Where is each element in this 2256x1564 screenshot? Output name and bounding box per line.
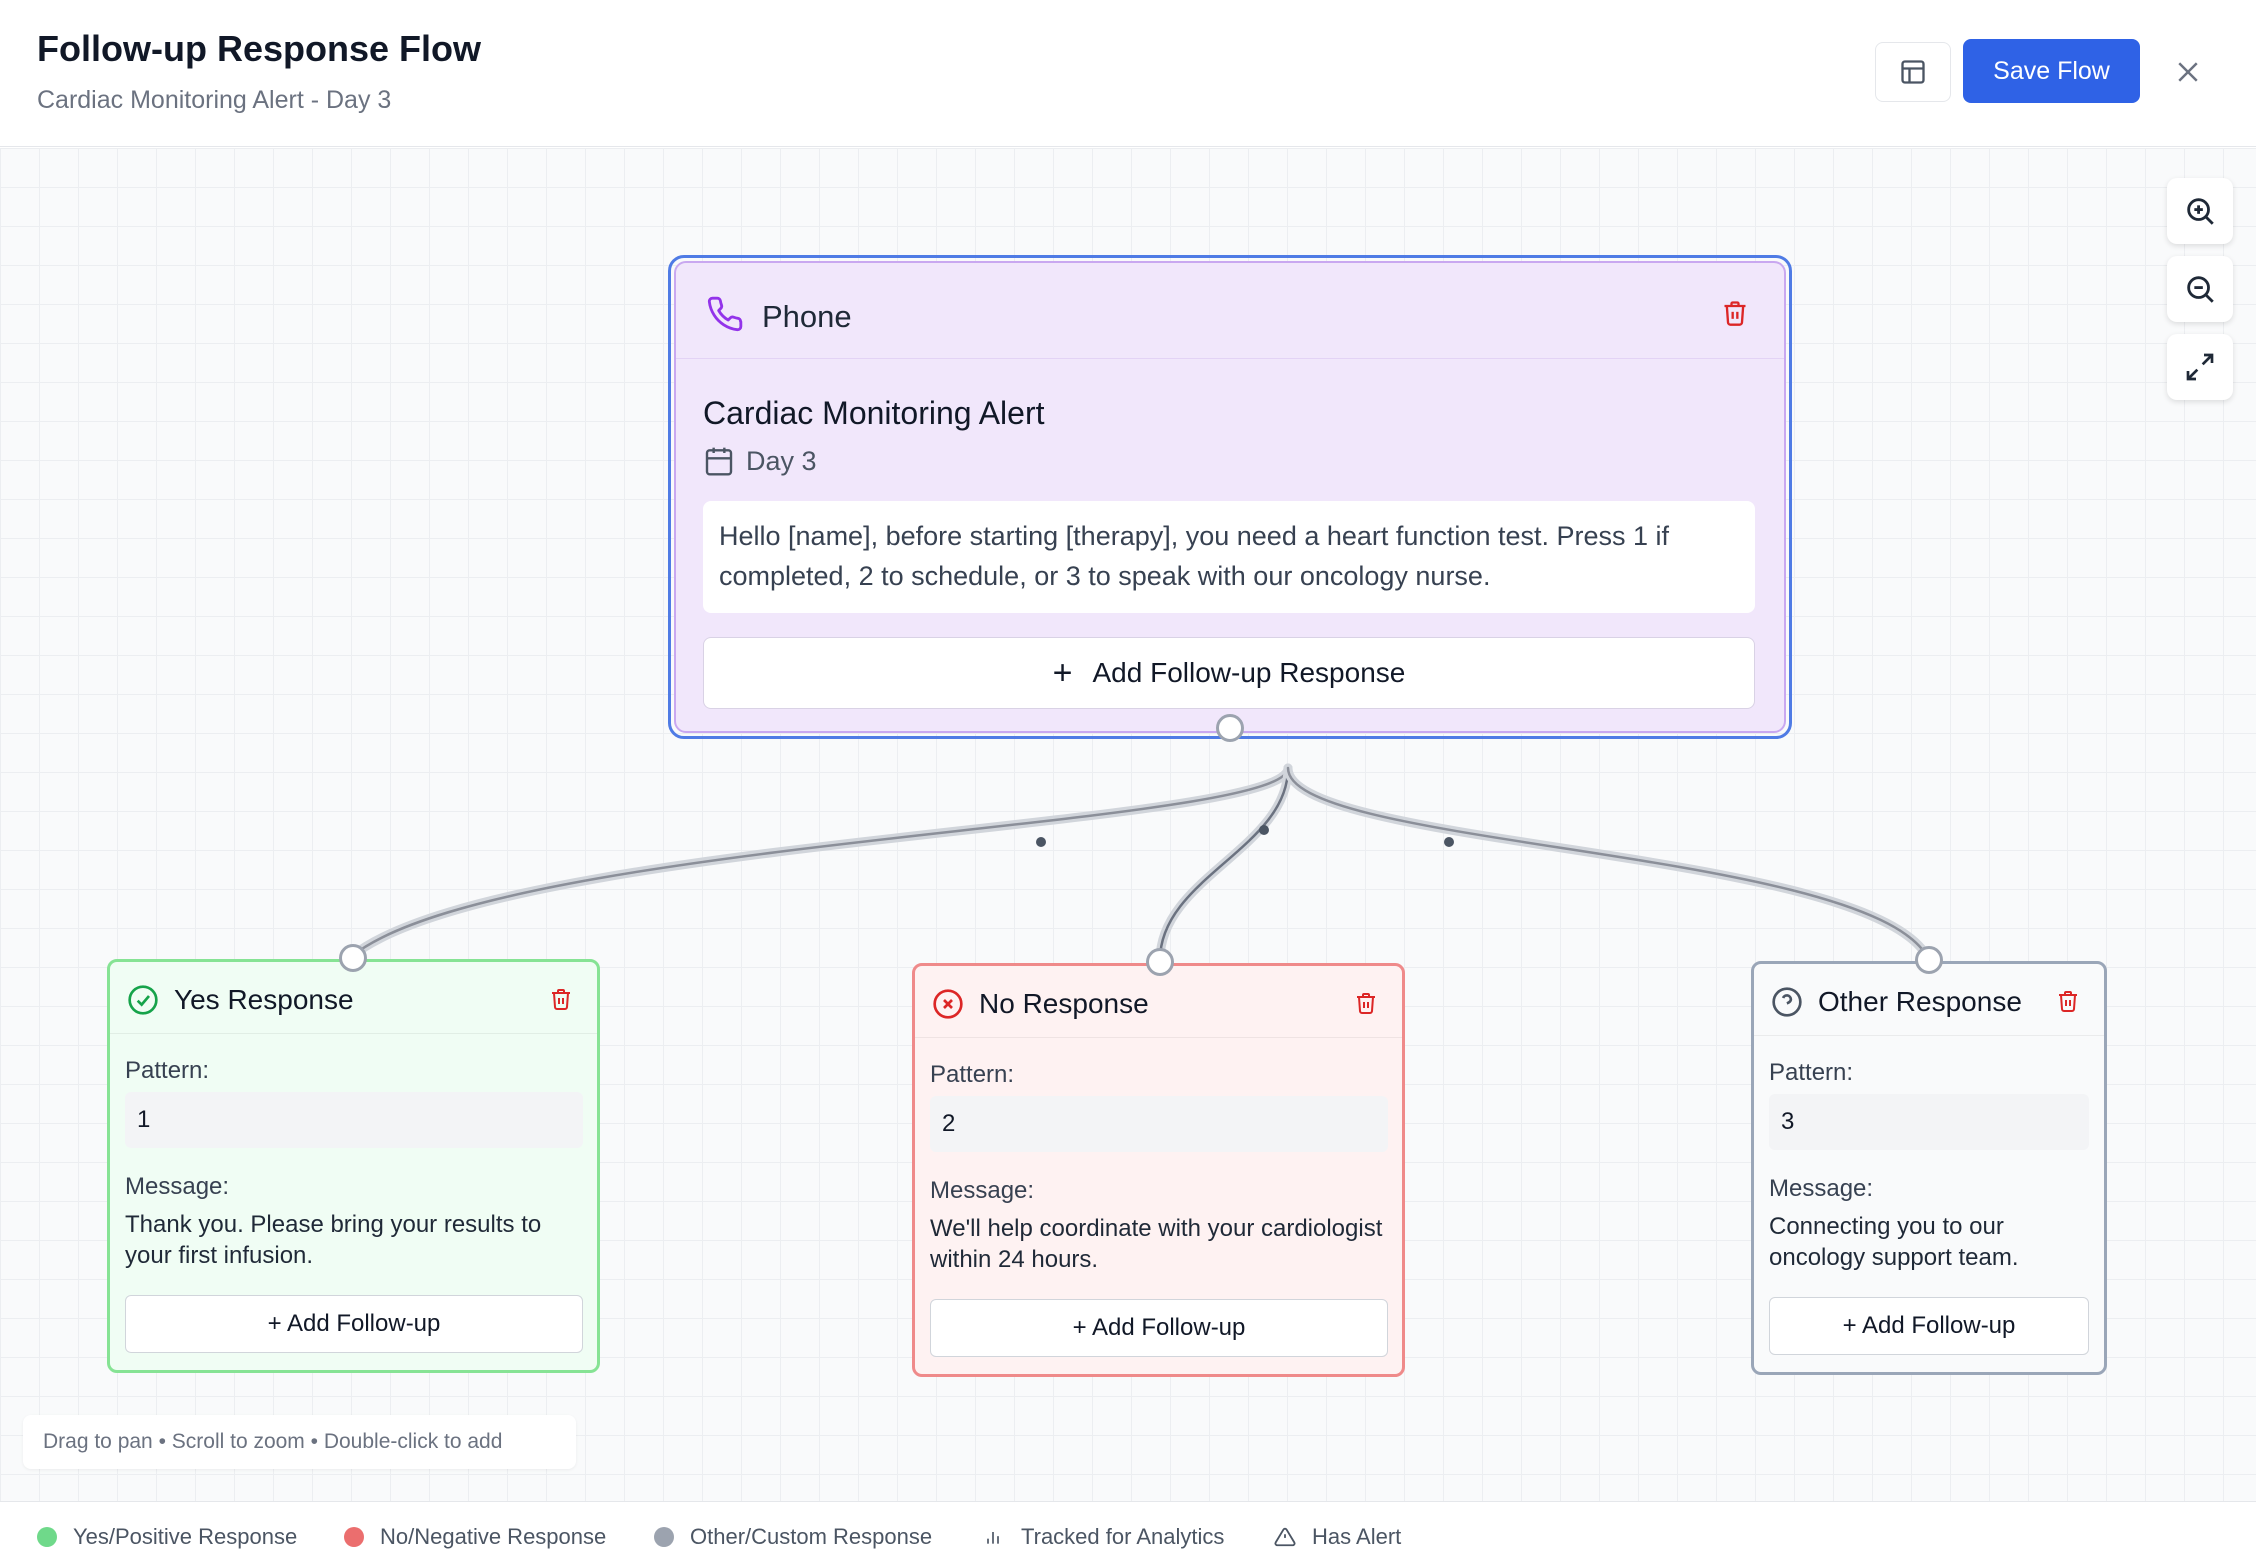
gray-dot-icon <box>654 1527 674 1547</box>
x-circle-icon <box>932 988 964 1025</box>
flow-canvas[interactable]: Phone Cardiac Monitoring Alert Day 3 Hel… <box>0 148 2256 1501</box>
layout-icon <box>1901 60 1925 84</box>
node-message: Hello [name], before starting [therapy],… <box>703 501 1755 613</box>
help-circle-icon <box>1771 986 1803 1023</box>
response-message: We'll help coordinate with your cardiolo… <box>930 1215 1383 1273</box>
phone-icon <box>706 295 744 338</box>
message-label: Message: <box>125 1173 230 1200</box>
header: Follow-up Response Flow Cardiac Monitori… <box>0 0 2256 147</box>
other-response-node[interactable]: Other Response Pattern: 3 Message: Conne… <box>1751 961 2107 1375</box>
close-icon <box>2178 62 2198 82</box>
other-input-handle[interactable] <box>1915 946 1943 974</box>
response-message: Connecting you to our oncology support t… <box>1769 1213 2019 1271</box>
trash-icon <box>552 989 570 1010</box>
delete-node-button[interactable] <box>1721 298 1749 333</box>
node-type-label: Phone <box>762 299 852 334</box>
add-follow-up-response-button[interactable]: + Add Follow-up Response <box>703 637 1755 709</box>
check-circle-icon <box>127 984 159 1021</box>
response-title: Yes Response <box>174 984 354 1015</box>
legend-item-yes: Yes/Positive Response <box>37 1524 297 1550</box>
delete-response-button[interactable] <box>549 986 573 1017</box>
add-follow-up-button[interactable]: + Add Follow-up <box>125 1295 583 1353</box>
page-title: Follow-up Response Flow <box>37 28 481 69</box>
legend-item-analytics: Tracked for Analytics <box>983 1524 1224 1550</box>
canvas-hint: Drag to pan • Scroll to zoom • Double-cl… <box>23 1415 576 1469</box>
warning-icon <box>1274 1527 1296 1547</box>
trash-icon <box>1724 301 1746 326</box>
yes-response-node[interactable]: Yes Response Pattern: 1 Message: Thank y… <box>107 959 600 1373</box>
pattern-label: Pattern: <box>930 1061 1015 1088</box>
edge-yes[interactable] <box>347 763 1293 961</box>
legend-item-other: Other/Custom Response <box>654 1524 932 1550</box>
close-button[interactable] <box>2166 50 2210 94</box>
trash-icon <box>1357 993 1375 1014</box>
zoom-out-button[interactable] <box>2167 256 2233 322</box>
response-title: Other Response <box>1818 986 2022 1017</box>
main-output-handle[interactable] <box>1216 714 1244 742</box>
bar-chart-icon <box>987 1532 999 1544</box>
legend: Yes/Positive Response No/Negative Respon… <box>0 1501 2256 1564</box>
no-response-node[interactable]: No Response Pattern: 2 Message: We'll he… <box>912 963 1405 1377</box>
edge-midpoint <box>1259 825 1269 835</box>
plus-icon: + <box>1052 653 1073 692</box>
phone-node-body: Phone Cardiac Monitoring Alert Day 3 Hel… <box>674 261 1786 733</box>
edge-midpoint <box>1444 837 1454 847</box>
legend-label: Yes/Positive Response <box>73 1524 298 1549</box>
pattern-label: Pattern: <box>125 1057 210 1084</box>
response-header: Yes Response <box>110 962 597 1034</box>
node-title: Cardiac Monitoring Alert <box>703 395 1045 431</box>
edge-midpoint <box>1036 837 1046 847</box>
legend-item-no: No/Negative Response <box>344 1524 606 1550</box>
response-header: No Response <box>915 966 1402 1038</box>
legend-label: Other/Custom Response <box>690 1524 933 1549</box>
no-input-handle[interactable] <box>1146 948 1174 976</box>
phone-node[interactable]: Phone Cardiac Monitoring Alert Day 3 Hel… <box>668 255 1792 739</box>
green-dot-icon <box>37 1527 57 1547</box>
zoom-in-icon <box>2187 198 2214 225</box>
node-day: Day 3 <box>746 446 817 476</box>
yes-input-handle[interactable] <box>339 944 367 972</box>
delete-response-button[interactable] <box>2056 988 2080 1019</box>
message-label: Message: <box>1769 1175 1874 1202</box>
page-subtitle: Cardiac Monitoring Alert - Day 3 <box>37 86 392 114</box>
legend-label: No/Negative Response <box>380 1524 607 1549</box>
legend-label: Tracked for Analytics <box>1021 1524 1225 1549</box>
add-follow-up-button[interactable]: + Add Follow-up <box>1769 1297 2089 1355</box>
trash-icon <box>2059 991 2077 1012</box>
response-header: Other Response <box>1754 964 2104 1036</box>
red-dot-icon <box>344 1527 364 1547</box>
pattern-field[interactable]: 1 <box>125 1092 583 1148</box>
fit-view-button[interactable] <box>2167 334 2233 400</box>
layout-button[interactable] <box>1875 42 1951 102</box>
zoom-out-icon <box>2187 276 2214 303</box>
edge-other[interactable] <box>1283 763 1933 963</box>
pattern-field[interactable]: 2 <box>930 1096 1388 1152</box>
response-message: Thank you. Please bring your results to … <box>125 1211 542 1269</box>
response-title: No Response <box>979 988 1149 1019</box>
legend-label: Has Alert <box>1312 1524 1402 1549</box>
expand-icon <box>2186 353 2214 381</box>
pattern-label: Pattern: <box>1769 1059 1854 1086</box>
phone-node-header: Phone <box>676 263 1784 359</box>
delete-response-button[interactable] <box>1354 990 1378 1021</box>
zoom-in-button[interactable] <box>2167 178 2233 244</box>
pattern-field[interactable]: 3 <box>1769 1094 2089 1150</box>
calendar-icon <box>703 445 735 482</box>
add-follow-up-button[interactable]: + Add Follow-up <box>930 1299 1388 1357</box>
message-label: Message: <box>930 1177 1035 1204</box>
add-follow-up-response-label: Add Follow-up Response <box>1092 657 1406 688</box>
save-flow-button[interactable]: Save Flow <box>1963 39 2140 103</box>
legend-item-alert: Has Alert <box>1274 1524 1401 1550</box>
